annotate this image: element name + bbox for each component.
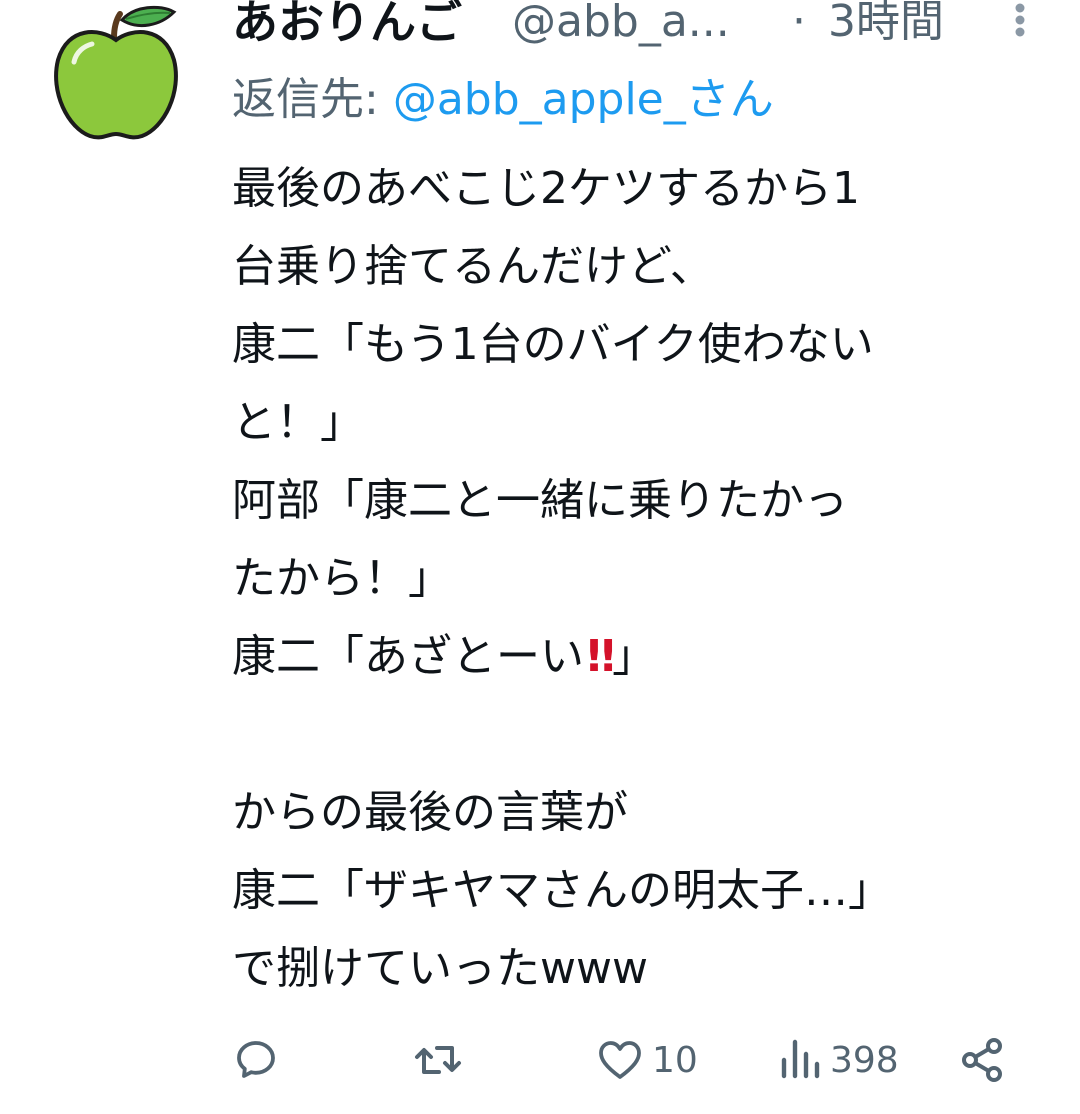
user-handle[interactable]: @abb_a... bbox=[512, 0, 730, 50]
reply-to-label: 返信先: bbox=[232, 74, 393, 125]
views-count: 398 bbox=[830, 1039, 899, 1081]
avatar[interactable] bbox=[50, 4, 182, 144]
tweet-line: 台乗り捨てるんだけど、 bbox=[232, 241, 714, 292]
like-count: 10 bbox=[652, 1039, 698, 1081]
tweet-line: で捌けていったwww bbox=[232, 943, 648, 994]
display-name[interactable]: あおりんご bbox=[232, 0, 462, 50]
share-icon bbox=[962, 1038, 1002, 1082]
double-exclamation-emoji: !! bbox=[584, 631, 618, 682]
tweet-header: あおりんご @abb_a... · 3時間 bbox=[232, 0, 1072, 54]
tweet-line-emoji: 康二「あざとーい!!」 bbox=[232, 618, 1032, 696]
separator-dot: · bbox=[792, 0, 806, 47]
tweet-text: 最後のあべこじ2ケツするから1 台乗り捨てるんだけど、 康二「もう1台のバイク使… bbox=[232, 150, 1032, 1008]
green-apple-icon bbox=[54, 5, 178, 140]
reply-mention-link[interactable]: @abb_apple_さん bbox=[393, 74, 774, 125]
views-button[interactable]: 398 bbox=[778, 1030, 899, 1090]
tweet-line: たから！」 bbox=[232, 553, 452, 604]
reply-button[interactable] bbox=[232, 1030, 288, 1090]
tweet-line: と！」 bbox=[232, 397, 364, 448]
tweet-line: からの最後の言葉が bbox=[232, 787, 628, 838]
tweet-line: 康二「ザキヤマさんの明太子…」 bbox=[232, 865, 892, 916]
retweet-button[interactable] bbox=[412, 1030, 472, 1090]
timestamp[interactable]: 3時間 bbox=[828, 0, 944, 50]
reply-bubble-icon bbox=[237, 1041, 275, 1078]
tweet-text-segment: 」 bbox=[612, 631, 657, 682]
tweet-text-segment: 康二「あざとーい bbox=[232, 631, 584, 682]
share-button[interactable] bbox=[958, 1030, 1006, 1090]
more-options-icon[interactable] bbox=[1008, 0, 1032, 44]
heart-icon bbox=[599, 1041, 641, 1079]
tweet-actions: 10 398 bbox=[232, 1030, 1032, 1090]
reply-to-line: 返信先: @abb_apple_さん bbox=[232, 70, 774, 130]
like-button[interactable]: 10 bbox=[596, 1030, 698, 1090]
retweet-icon bbox=[415, 1046, 461, 1074]
tweet-line: 康二「もう1台のバイク使わない bbox=[232, 319, 874, 370]
tweet-line: 最後のあべこじ2ケツするから1 bbox=[232, 163, 860, 214]
views-bars-icon bbox=[781, 1039, 820, 1079]
tweet-line: 阿部「康二と一緒に乗りたかっ bbox=[232, 475, 848, 526]
